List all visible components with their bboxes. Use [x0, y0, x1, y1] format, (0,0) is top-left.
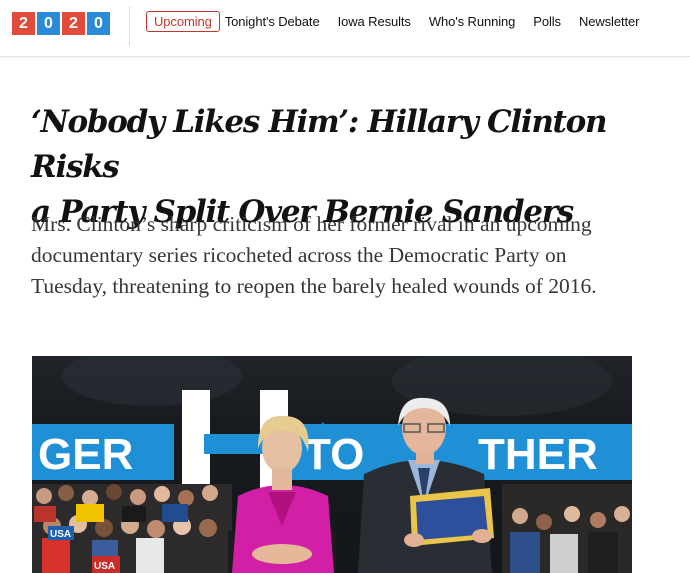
nav-tonights-debate[interactable]: Tonight's Debate: [225, 12, 320, 32]
headline-line-1: ‘Nobody Likes Him’: Hillary Clinton Risk…: [31, 104, 608, 185]
header-divider: [129, 6, 130, 46]
crowd-sign-text-2: USA: [94, 561, 115, 572]
banner-right-text-b: THER: [478, 430, 598, 479]
logo-digit-3: 2: [62, 12, 85, 35]
logo-digit-4: 0: [87, 12, 110, 35]
article-photo[interactable]: GER TO THER USA USA: [32, 356, 632, 573]
nav-whos-running[interactable]: Who's Running: [429, 12, 516, 32]
banner-left-text: GER: [38, 430, 133, 479]
nav-polls[interactable]: Polls: [533, 12, 561, 32]
nav-iowa-results[interactable]: Iowa Results: [338, 12, 411, 32]
election-2020-logo[interactable]: 2 0 2 0: [12, 12, 110, 35]
logo-digit-1: 2: [12, 12, 35, 35]
banner-right-text-a: TO: [304, 430, 364, 479]
nav-newsletter[interactable]: Newsletter: [579, 12, 640, 32]
crowd-sign-text: USA: [50, 529, 71, 540]
section-nav: Upcoming Tonight's Debate Iowa Results W…: [146, 11, 657, 32]
top-navigation-bar: 2 0 2 0 Upcoming Tonight's Debate Iowa R…: [0, 0, 690, 57]
nav-upcoming[interactable]: Upcoming: [146, 11, 220, 32]
article-summary: Mrs. Clinton’s sharp criticism of her fo…: [31, 212, 597, 298]
logo-digit-2: 0: [37, 12, 60, 35]
rally-stage-illustration: GER TO THER USA USA: [32, 356, 632, 573]
